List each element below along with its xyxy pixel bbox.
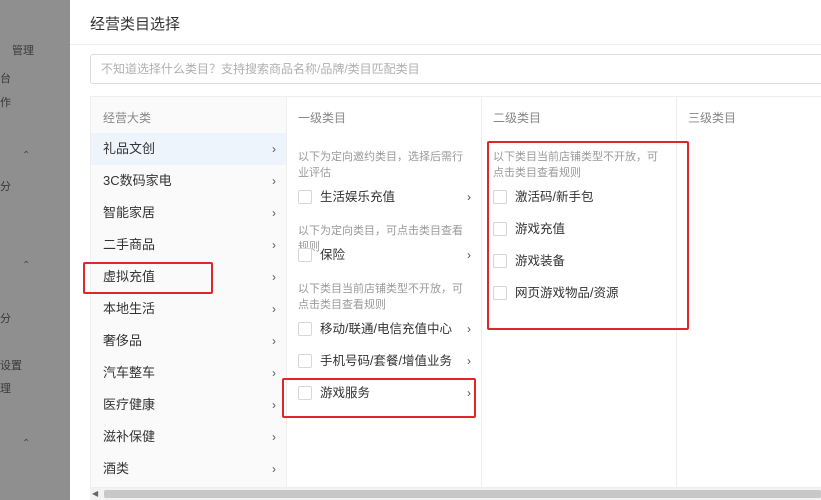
category-notice: 以下类目当前店铺类型不开放，可点击类目查看规则 (298, 283, 463, 311)
background-page: 管理 台 作 ⌃ 分 ⌃ 分 设置 理 ⌃ (0, 0, 70, 500)
list-item-label: 礼品文创 (103, 141, 156, 156)
chevron-right-icon: › (467, 354, 471, 368)
chevron-right-icon: › (467, 190, 471, 204)
chevron-right-icon: › (272, 302, 276, 316)
list-item[interactable]: 二手商品 › (91, 229, 286, 261)
column-level1-category: 一级类目 以下为定向邀约类目，选择后需行业评估 生活娱乐充值 › 以下为定向类目，… (286, 97, 482, 487)
list-item-label: 奢侈品 (103, 333, 143, 348)
chevron-up-icon: ⌃ (22, 438, 31, 449)
option-label: 生活娱乐充值 (320, 190, 396, 204)
chevron-right-icon: › (272, 398, 276, 412)
list-item[interactable]: 本地生活 › (91, 293, 286, 325)
bg-nav-item: 分 (0, 181, 11, 193)
scrollbar-thumb[interactable] (104, 490, 821, 498)
highlight-box (282, 378, 476, 418)
chevron-right-icon: › (272, 366, 276, 380)
category-option[interactable]: 生活娱乐充值 › (298, 183, 481, 211)
list-item-label: 汽车整车 (103, 365, 156, 380)
highlight-box (83, 262, 213, 294)
column-header: 二级类目 (493, 111, 542, 125)
list-item-label: 3C数码家电 (103, 173, 172, 188)
highlight-box (487, 141, 689, 330)
list-item[interactable]: 医疗健康 › (91, 389, 286, 421)
bg-nav-item: 管理 (12, 45, 34, 57)
option-label: 保险 (320, 248, 346, 262)
list-item-label: 酒类 (103, 461, 130, 476)
chevron-up-icon: ⌃ (22, 150, 31, 161)
chevron-right-icon: › (272, 462, 276, 476)
checkbox[interactable] (298, 248, 312, 262)
bg-nav-item: 理 (0, 383, 11, 395)
chevron-right-icon: › (467, 322, 471, 336)
option-label: 手机号码/套餐/增值业务 (320, 354, 452, 368)
list-item-label: 医疗健康 (103, 397, 156, 412)
bg-nav-item: 分 (0, 313, 11, 325)
list-item[interactable]: 3C数码家电 › (91, 165, 286, 197)
column-header: 三级类目 (688, 111, 737, 125)
list-item-label: 二手商品 (103, 237, 156, 252)
bg-nav-item: 作 (0, 97, 11, 109)
option-label: 移动/联通/电信充值中心 (320, 322, 452, 336)
list-item[interactable]: 智能家居 › (91, 197, 286, 229)
chevron-right-icon: › (272, 430, 276, 444)
category-search-input[interactable] (90, 54, 821, 84)
list-item[interactable]: 汽车整车 › (91, 357, 286, 389)
scroll-left-icon[interactable]: ◀ (92, 488, 98, 500)
category-option[interactable]: 手机号码/套餐/增值业务 › (298, 347, 481, 375)
chevron-right-icon: › (272, 334, 276, 348)
checkbox[interactable] (298, 354, 312, 368)
category-select-modal: 经营类目选择 经营大类 礼品文创› 3C数码家电› 智能家居› 二手商品› 虚拟… (70, 0, 821, 500)
checkbox[interactable] (298, 190, 312, 204)
chevron-up-icon: ⌃ (22, 260, 31, 271)
list-item-gift-culture[interactable]: 礼品文创 › (91, 133, 286, 165)
checkbox[interactable] (298, 322, 312, 336)
category-option[interactable]: 保险 › (298, 241, 481, 269)
chevron-right-icon: › (467, 248, 471, 262)
list-item-label: 智能家居 (103, 205, 156, 220)
chevron-right-icon: › (272, 142, 276, 156)
column-level3-category: 三级类目 (676, 97, 821, 487)
horizontal-scrollbar[interactable]: ◀ (90, 488, 821, 500)
column-header: 一级类目 (298, 111, 347, 125)
chevron-right-icon: › (272, 238, 276, 252)
list-item[interactable]: 酒类 › (91, 453, 286, 485)
category-notice: 以下为定向邀约类目，选择后需行业评估 (298, 151, 463, 179)
list-item-label: 本地生活 (103, 301, 156, 316)
modal-title: 经营类目选择 (90, 16, 181, 33)
chevron-right-icon: › (272, 174, 276, 188)
bg-nav-item: 台 (0, 73, 11, 85)
list-item-label: 滋补保健 (103, 429, 156, 444)
category-option[interactable]: 移动/联通/电信充值中心 › (298, 315, 481, 343)
chevron-right-icon: › (272, 270, 276, 284)
title-divider (70, 44, 821, 45)
list-item[interactable]: 滋补保健 › (91, 421, 286, 453)
bg-nav-item: 设置 (0, 360, 22, 372)
chevron-right-icon: › (272, 206, 276, 220)
list-item[interactable]: 奢侈品 › (91, 325, 286, 357)
